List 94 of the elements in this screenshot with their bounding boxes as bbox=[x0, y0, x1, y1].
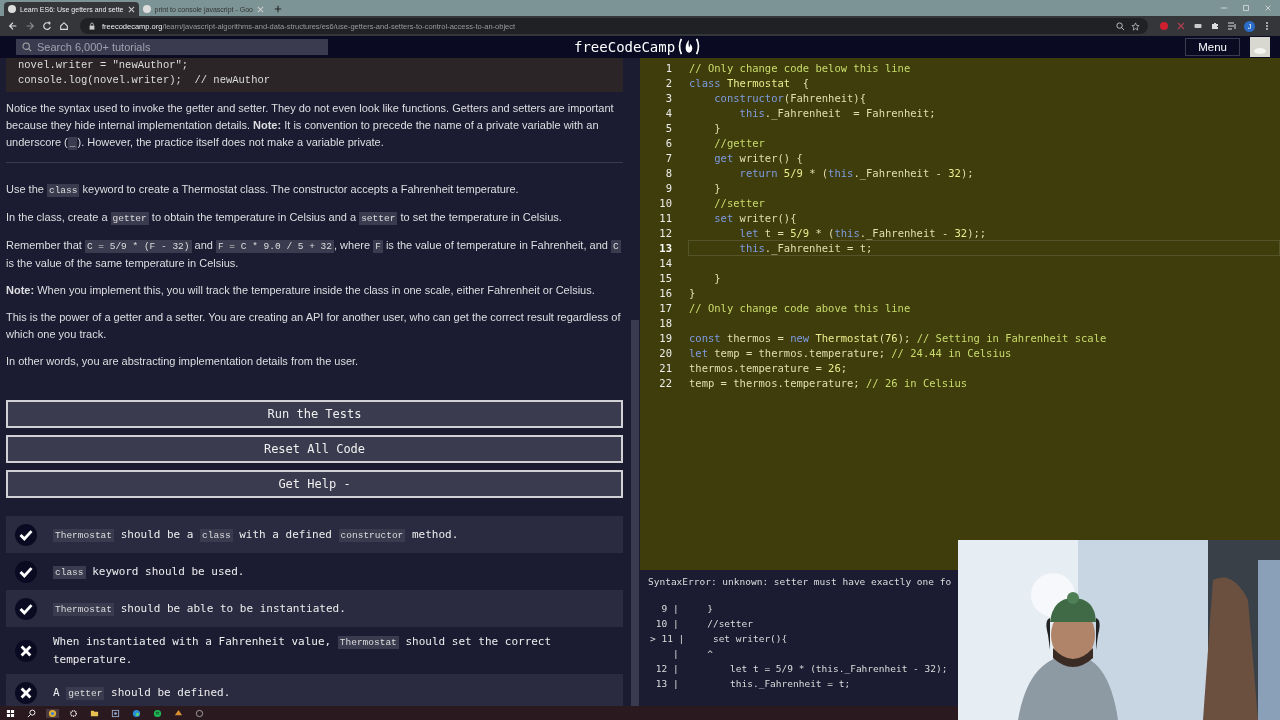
code-line: novel.writer = "newAuthor"; bbox=[18, 58, 190, 73]
app-icon[interactable] bbox=[109, 708, 122, 718]
edge-icon[interactable] bbox=[130, 708, 143, 718]
code-line: // Only change code below this line bbox=[688, 60, 912, 76]
browser-icon[interactable] bbox=[46, 708, 59, 718]
code-line: thermos.temperature = 26; bbox=[688, 360, 849, 376]
console-line: 12 | let t = 5/9 * (this._Fahrenheit - 32); bbox=[654, 662, 949, 676]
paragraph: This is the power of a getter and a setter. You are creating an API for another user, who can get the correct result regardless of which one you track. bbox=[6, 310, 622, 342]
scrollbar-thumb[interactable] bbox=[631, 320, 639, 706]
console-line: 9 | } bbox=[660, 602, 714, 616]
puzzle-icon[interactable] bbox=[1210, 21, 1220, 31]
paragraph: In other words, you are abstracting implementation details from the user. bbox=[6, 354, 360, 369]
code-line: constructor(Fahrenheit){ bbox=[713, 90, 867, 106]
search-field[interactable]: Search 6,000+ tutorials bbox=[16, 39, 328, 55]
line-number: 14 bbox=[658, 256, 672, 269]
line-number: 2 bbox=[664, 76, 672, 89]
app-icon[interactable] bbox=[172, 708, 185, 718]
line-number: 11 bbox=[658, 211, 672, 224]
code-line: class Thermostat { bbox=[688, 75, 811, 91]
code-line: set writer(){ bbox=[713, 210, 798, 226]
forward-icon[interactable] bbox=[25, 21, 35, 31]
line-number: 5 bbox=[664, 121, 672, 134]
logo-text[interactable]: freeCodeCamp bbox=[574, 38, 676, 55]
line-number: 12 bbox=[658, 226, 672, 239]
paragraph: Note: When you implement this, you will track the temperature inside the class in one scale, either Fahrenheit or Celsius. bbox=[6, 283, 596, 298]
code-line: } bbox=[713, 270, 722, 286]
line-number: 9 bbox=[664, 181, 672, 194]
extension-icon[interactable] bbox=[1193, 21, 1203, 31]
action-button[interactable]: Reset All Code bbox=[6, 435, 623, 463]
action-button[interactable]: Get Help - bbox=[6, 470, 623, 498]
menu-button[interactable]: Menu bbox=[1185, 38, 1240, 56]
code-line: } bbox=[688, 285, 697, 301]
line-number: 18 bbox=[658, 316, 672, 329]
zoom-icon[interactable] bbox=[1116, 21, 1125, 31]
test-text: Thermostat should be a class with a defined constructor method. bbox=[53, 526, 459, 544]
code-line: let temp = thermos.temperature; // 24.44 in Celsius bbox=[688, 345, 1013, 361]
line-number: 7 bbox=[664, 151, 672, 164]
app-icon[interactable] bbox=[193, 708, 206, 718]
paragraph: Use the class keyword to create a Thermostat class. The constructor accepts a Fahrenheit temperature. bbox=[6, 182, 520, 199]
action-button[interactable]: Run the Tests bbox=[6, 400, 623, 428]
reload-icon[interactable] bbox=[42, 21, 52, 31]
line-number: 6 bbox=[664, 136, 672, 149]
line-number: 1 bbox=[664, 61, 672, 74]
star-icon[interactable] bbox=[1131, 21, 1140, 31]
code-line: //setter bbox=[713, 195, 766, 211]
code-line: this._Fahrenheit = Fahrenheit; bbox=[738, 105, 937, 121]
settings-icon[interactable] bbox=[67, 708, 80, 718]
console-line: | ^ bbox=[671, 647, 714, 661]
code-line: const thermos = new Thermostat(76); // Setting in Fahrenheit scale bbox=[688, 330, 1108, 346]
code-line: return 5/9 * (this._Fahrenheit - 32); bbox=[738, 165, 975, 181]
code-line: let t = 5/9 * (this._Fahrenheit - 32);; bbox=[738, 225, 988, 241]
code-line: //getter bbox=[713, 135, 766, 151]
site-icon bbox=[142, 5, 151, 13]
code-editor[interactable] bbox=[640, 58, 1280, 570]
new-tab-icon[interactable] bbox=[273, 5, 282, 13]
close-icon[interactable] bbox=[127, 5, 135, 13]
test-text: When instantiated with a Fahrenheit value, Thermostat should set the correct temperature. bbox=[53, 634, 553, 668]
site-icon bbox=[8, 5, 16, 13]
lock-icon bbox=[88, 22, 96, 30]
line-number: 4 bbox=[664, 106, 672, 119]
windows-icon[interactable] bbox=[4, 708, 17, 718]
playlist-icon[interactable] bbox=[1227, 21, 1237, 31]
home-icon[interactable] bbox=[59, 21, 69, 31]
error-message: SyntaxError: unknown: setter must have exactly one fo bbox=[648, 576, 953, 587]
paragraph: Notice the syntax used to invoke the getter and setter. They do not even look like functions. Getters and setters are important because they hide internal implementation details. Note: It is convention to precede the name of a private variable with an underscore ( _ ). However, the practice itself does not make a variable private. bbox=[6, 101, 615, 152]
folder-icon[interactable] bbox=[88, 708, 101, 718]
line-number: 17 bbox=[658, 301, 672, 314]
console-line: > 11 | set writer(){ bbox=[649, 632, 789, 646]
back-icon[interactable] bbox=[8, 21, 18, 31]
line-number: 19 bbox=[658, 331, 672, 344]
test-text: class keyword should be used. bbox=[53, 563, 245, 581]
console-line: 10 | //setter bbox=[654, 617, 754, 631]
line-number: 10 bbox=[658, 196, 672, 209]
line-number: 13 bbox=[658, 241, 672, 254]
test-text: A getter should be defined. bbox=[53, 684, 231, 702]
paragraph: In the class, create a getter to obtain the temperature in Celsius and a setter to set the temperature in Celsius. bbox=[6, 210, 563, 227]
search-icon bbox=[22, 42, 32, 52]
line-number: 16 bbox=[658, 286, 672, 299]
code-line: temp = thermos.temperature; // 26 in Celsius bbox=[688, 375, 969, 391]
console-line: 13 | this._Fahrenheit = t; bbox=[654, 677, 852, 691]
music-icon[interactable] bbox=[151, 708, 164, 718]
code-line: console.log(novel.writer); // newAuthor bbox=[18, 73, 272, 88]
test-text: Thermostat should be able to be instantiated. bbox=[53, 600, 346, 618]
search-icon[interactable] bbox=[25, 708, 38, 718]
code-line: // Only change code above this line bbox=[688, 300, 912, 316]
code-line: get writer() { bbox=[713, 150, 804, 166]
line-number: 8 bbox=[664, 166, 672, 179]
line-number: 21 bbox=[658, 361, 672, 374]
line-number: 15 bbox=[658, 271, 672, 284]
code-line: } bbox=[713, 120, 722, 136]
code-line: } bbox=[713, 180, 722, 196]
line-number: 3 bbox=[664, 91, 672, 104]
line-number: 22 bbox=[658, 376, 672, 389]
line-number: 20 bbox=[658, 346, 672, 359]
